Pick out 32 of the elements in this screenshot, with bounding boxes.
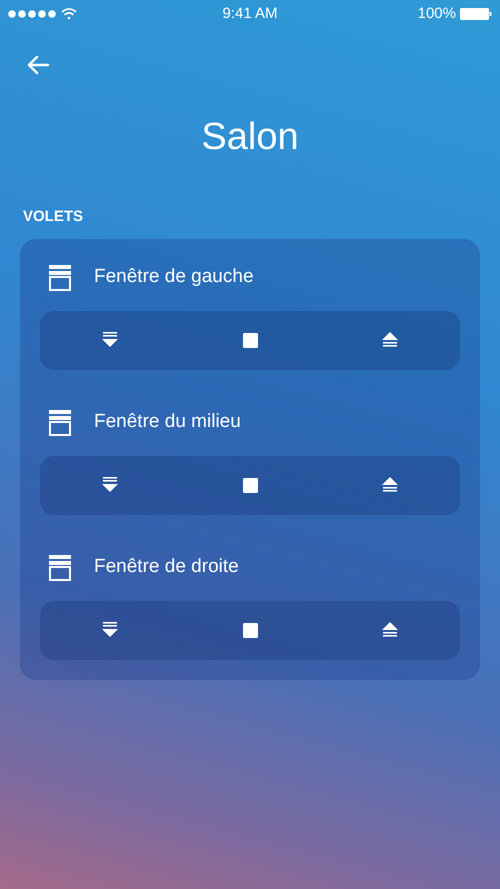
status-time: 9:41 AM [222,4,278,24]
lower-icon [101,332,119,348]
shutter-name: Fenêtre de gauche [94,265,254,290]
shutter-name: Fenêtre de droite [94,555,239,580]
lower-button[interactable] [101,622,119,638]
section-heading: VOLETS [23,207,84,227]
lower-button[interactable] [101,477,119,493]
battery-percentage: 100% [418,4,456,24]
battery-icon [460,8,492,20]
lower-button[interactable] [101,332,119,348]
signal-icon [8,10,56,18]
raise-icon [381,477,399,493]
stop-button[interactable] [242,332,258,348]
stop-icon [242,332,258,348]
raise-button[interactable] [381,332,399,348]
stop-icon [242,622,258,638]
stop-icon [242,478,258,492]
raise-icon [381,622,399,638]
raise-icon [381,332,399,348]
window-shutter-icon [49,264,71,290]
raise-button[interactable] [381,622,399,638]
wifi-icon [61,8,77,20]
stop-button[interactable] [242,622,258,638]
shutter-name: Fenêtre du milieu [94,410,241,434]
raise-button[interactable] [381,477,399,493]
back-arrow-icon [27,55,49,75]
lower-icon [101,477,119,493]
stop-button[interactable] [242,478,258,492]
window-shutter-icon [49,554,71,580]
page-title: Salon [201,118,299,156]
lower-icon [101,622,119,638]
window-shutter-icon [49,410,71,436]
